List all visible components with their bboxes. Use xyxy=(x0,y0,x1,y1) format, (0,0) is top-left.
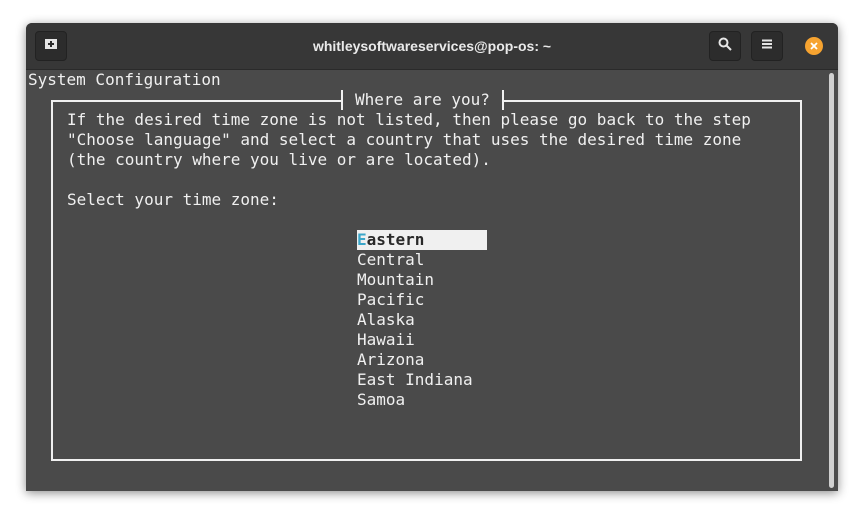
timezone-option-arizona[interactable]: Arizona xyxy=(357,350,424,370)
terminal-window: whitleysoftwareservices@pop-os: ~ System… xyxy=(26,23,838,491)
timezone-prompt: Select your time zone: xyxy=(67,190,279,209)
timezone-option-eastern[interactable]: Eastern xyxy=(357,230,487,250)
timezone-option-mountain[interactable]: Mountain xyxy=(357,270,434,290)
dialog-text-line: "Choose language" and select a country t… xyxy=(67,130,742,149)
titlebar: whitleysoftwareservices@pop-os: ~ xyxy=(26,23,838,70)
close-button[interactable] xyxy=(805,37,823,55)
timezone-option-pacific[interactable]: Pacific xyxy=(357,290,424,310)
timezone-option-samoa[interactable]: Samoa xyxy=(357,390,405,410)
dialog-text-line: (the country where you live or are locat… xyxy=(67,150,491,169)
menu-button[interactable] xyxy=(751,31,783,61)
dialog-title: Where are you? xyxy=(341,90,504,110)
search-icon xyxy=(718,37,732,56)
timezone-option-hawaii[interactable]: Hawaii xyxy=(357,330,415,350)
timezone-option-east-indiana[interactable]: East Indiana xyxy=(357,370,473,390)
hamburger-menu-icon xyxy=(761,37,773,55)
timezone-option-alaska[interactable]: Alaska xyxy=(357,310,415,330)
dialog-text-line: If the desired time zone is not listed, … xyxy=(67,110,751,129)
search-button[interactable] xyxy=(709,31,741,61)
timezone-option-central[interactable]: Central xyxy=(357,250,424,270)
terminal-scrollbar[interactable] xyxy=(829,73,834,488)
terminal-header: System Configuration xyxy=(28,70,221,89)
option-label-rest: astern xyxy=(366,230,425,249)
option-hotkey: E xyxy=(357,230,367,249)
close-icon xyxy=(810,37,818,55)
terminal-area[interactable]: System Configuration Where are you? If t… xyxy=(26,70,838,491)
